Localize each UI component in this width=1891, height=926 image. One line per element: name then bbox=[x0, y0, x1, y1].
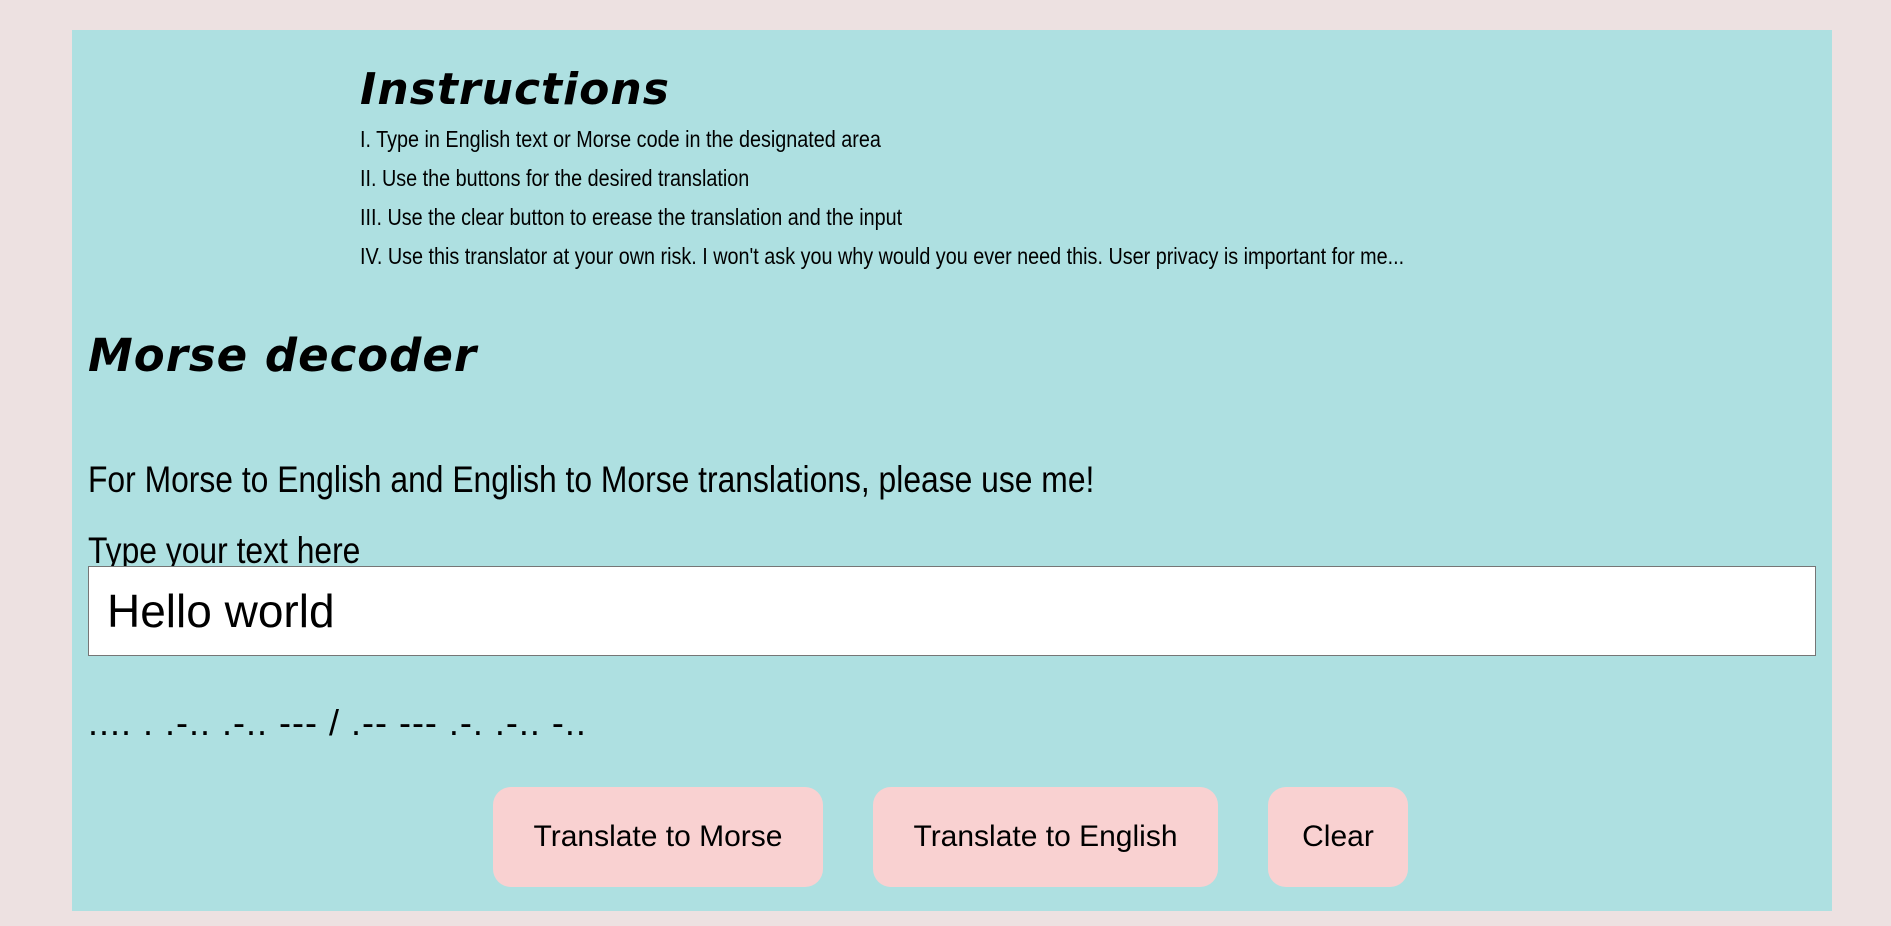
instructions-title: Instructions bbox=[360, 64, 670, 115]
instruction-item: I. Type in English text or Morse code in… bbox=[360, 126, 881, 152]
translate-to-morse-button[interactable]: Translate to Morse bbox=[493, 787, 823, 887]
decoder-subtitle: For Morse to English and English to Mors… bbox=[88, 459, 1095, 500]
translate-to-english-button[interactable]: Translate to English bbox=[873, 787, 1218, 887]
instruction-item: IV. Use this translator at your own risk… bbox=[360, 243, 1405, 269]
text-input[interactable] bbox=[88, 566, 1816, 656]
main-panel: Instructions I. Type in English text or … bbox=[72, 30, 1832, 911]
page-title: Morse decoder bbox=[88, 329, 478, 382]
instructions-list: I. Type in English text or Morse code in… bbox=[360, 120, 1574, 276]
translation-output: .... . .-.. .-.. --- / .-- --- .-. .-.. … bbox=[88, 702, 587, 743]
instruction-item: III. Use the clear button to erease the … bbox=[360, 204, 903, 230]
instruction-item: II. Use the buttons for the desired tran… bbox=[360, 165, 750, 191]
clear-button[interactable]: Clear bbox=[1268, 787, 1408, 887]
instructions-section: Instructions I. Type in English text or … bbox=[360, 60, 1574, 276]
